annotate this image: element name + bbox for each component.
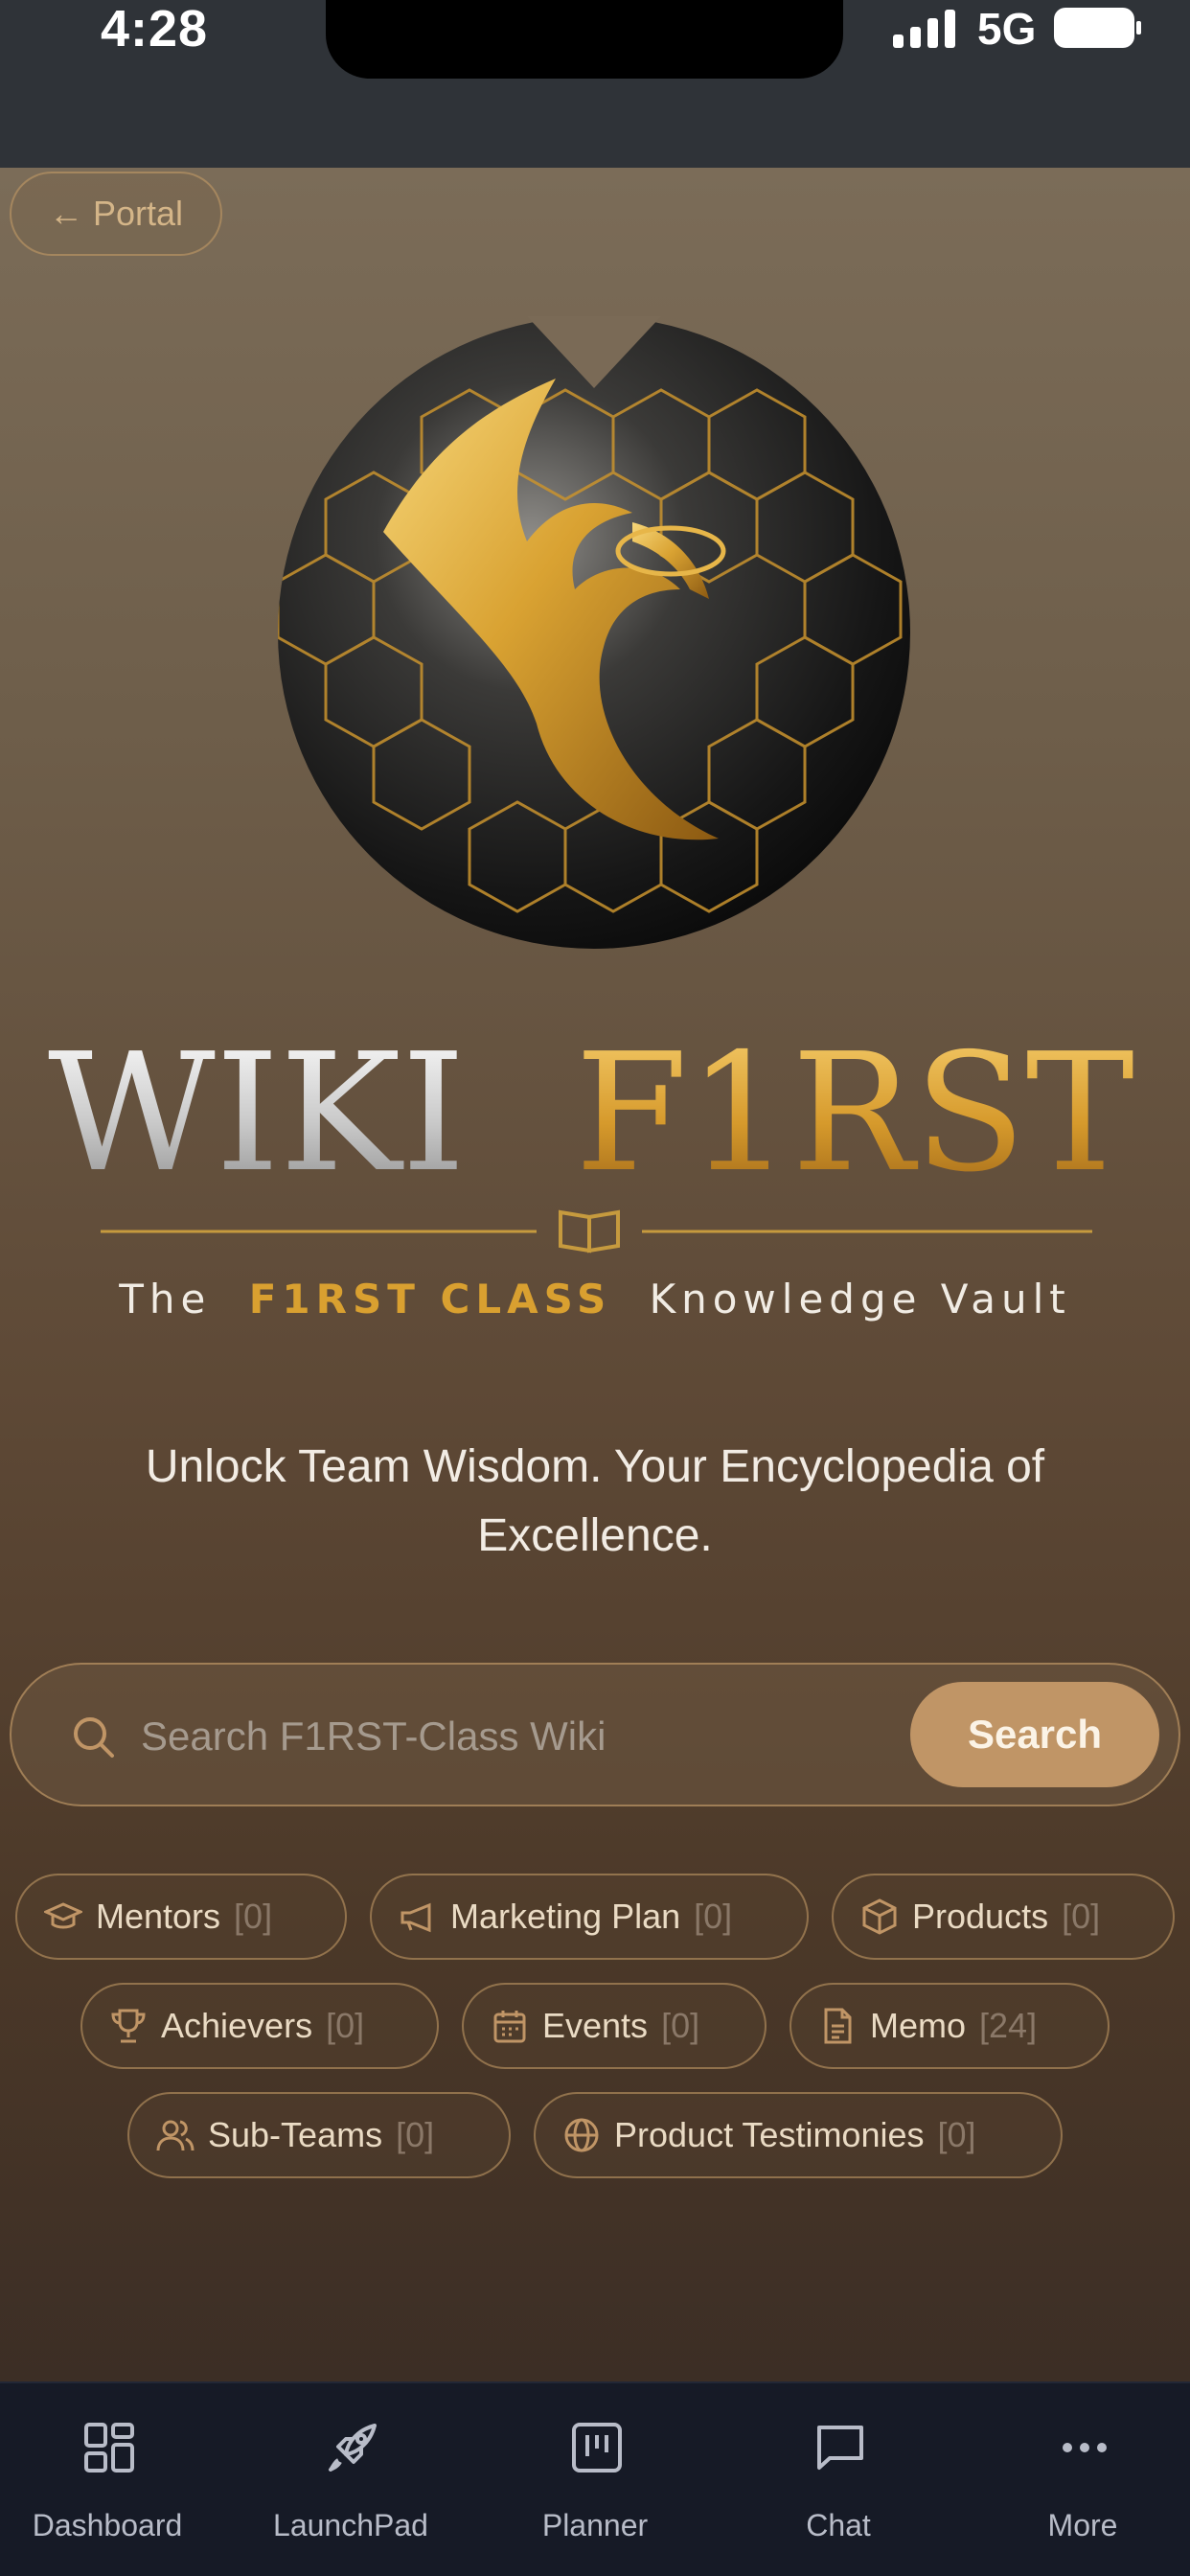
back-to-portal-button[interactable]: ← Portal [10,172,222,256]
nav-label: Chat [806,2508,871,2542]
chip-products[interactable]: Products [0] [832,1874,1175,1960]
nav-dashboard[interactable]: Dashboard [0,2383,226,2576]
status-bar: 4:28 5G [0,0,1190,168]
portal-button-label: ← Portal [48,194,184,233]
megaphone-icon [400,1902,431,1933]
search-bar: Search [10,1663,1180,1806]
chip-sub-teams[interactable]: Sub-Teams [0] [127,2092,511,2178]
chip-label: Events [542,2006,649,2045]
more-dots-icon [1063,2443,1107,2452]
phoenix-orb-logo [278,316,910,949]
dynamic-island [326,0,843,79]
nav-label: Planner [541,2508,649,2542]
battery-icon [1054,8,1141,48]
search-input[interactable] [141,1701,888,1772]
chip-mentors[interactable]: Mentors [0] [15,1874,347,1960]
chip-product-testimonies[interactable]: Product Testimonies [0] [534,2092,1063,2178]
nav-label: More [1047,2508,1118,2542]
tagline-prefix: The [118,1276,211,1322]
graduation-cap-icon [44,1902,82,1929]
chip-count: [24] [979,2006,1038,2045]
bottom-navigation: Dashboard LaunchPad Planner Chat More [0,2381,1190,2576]
brand-name-part2: F1RST [575,1025,1134,1208]
chip-count: [0] [396,2115,435,2154]
chat-bubble-icon [817,2426,863,2470]
status-time: 4:28 [101,0,209,58]
chip-label: Products [912,1897,1049,1936]
tagline-highlight: F1RST CLASS [249,1276,611,1322]
chip-count: [0] [694,1897,733,1936]
nav-label: LaunchPad [273,2508,428,2542]
users-icon [156,2120,195,2151]
tagline-suffix: Knowledge Vault [650,1276,1071,1322]
chip-label: Sub-Teams [208,2115,383,2154]
document-icon [824,2008,852,2044]
nav-chat[interactable]: Chat [720,2383,957,2576]
network-type: 5G [977,4,1037,54]
chip-count: [0] [661,2006,700,2045]
chip-label: Achievers [161,2006,313,2045]
brand-name-part1: WIKI [48,1025,466,1208]
search-button[interactable]: Search [910,1682,1159,1787]
nav-planner[interactable]: Planner [476,2383,714,2576]
chip-count: [0] [937,2115,976,2154]
svg-text:The F1RST CLASS Kn: The F1RST CLASS Knowledge Vault [118,1276,1071,1322]
chip-label: Marketing Plan [450,1897,681,1936]
package-icon [862,1898,897,1935]
chip-label: Memo [870,2006,967,2045]
open-book-icon [559,1209,620,1254]
globe-icon [564,2118,599,2152]
chip-count: [0] [234,1897,273,1936]
main-content: ← Portal WIKI F1RST The F1RST CLASS Know… [0,168,1190,2381]
calendar-icon [493,2011,526,2043]
nav-label: Dashboard [32,2508,183,2542]
chip-count: [0] [326,2006,365,2045]
chip-memo[interactable]: Memo [24] [790,1983,1110,2069]
grid-icon [84,2423,134,2472]
wikif1rst-wordmark: WIKI F1RST The F1RST CLASS Knowledge Vau… [48,1025,1134,1322]
nav-launchpad[interactable]: LaunchPad [232,2383,469,2576]
chip-label: Mentors [96,1897,221,1936]
hero-subtitle: Unlock Team Wisdom. Your Encyclopedia of… [145,1441,1045,1561]
chip-events[interactable]: Events [0] [462,1983,767,2069]
chip-marketing-plan[interactable]: Marketing Plan [0] [370,1874,809,1960]
chip-achievers[interactable]: Achievers [0] [80,1983,439,2069]
trophy-icon [111,2009,146,2043]
chip-label: Product Testimonies [614,2115,925,2154]
kanban-icon [572,2423,622,2472]
signal-icon [893,10,955,48]
nav-more[interactable]: More [964,2383,1190,2576]
rocket-icon [329,2424,377,2472]
search-icon [74,1717,114,1758]
chip-count: [0] [1062,1897,1101,1936]
